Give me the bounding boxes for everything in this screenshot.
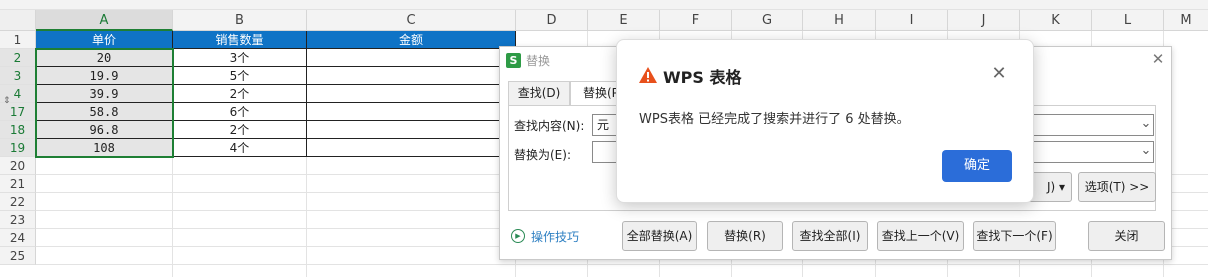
- row-header[interactable]: 3: [0, 67, 36, 85]
- alert-message: WPS表格 已经完成了搜索并进行了 6 处替换。: [639, 112, 910, 127]
- table-cell[interactable]: [307, 49, 516, 67]
- column-header-f[interactable]: F: [660, 10, 732, 31]
- row-header[interactable]: 20: [0, 157, 36, 175]
- find-next-button[interactable]: 查找下一个(F): [973, 221, 1056, 251]
- column-header-l[interactable]: L: [1092, 10, 1164, 31]
- table-cell[interactable]: 2个: [173, 121, 307, 139]
- hidden-rows-icon[interactable]: ⇕: [3, 96, 11, 106]
- table-cell[interactable]: [307, 103, 516, 121]
- column-header-g[interactable]: G: [732, 10, 803, 31]
- row-header[interactable]: 25: [0, 247, 36, 265]
- table-cell[interactable]: 4个: [173, 139, 307, 157]
- replace-all-button[interactable]: 全部替换(A): [622, 221, 697, 251]
- table-cell[interactable]: 2个: [173, 85, 307, 103]
- select-all-corner[interactable]: [0, 10, 36, 31]
- header-cell-price[interactable]: 单价: [36, 31, 173, 49]
- column-header-j[interactable]: J: [948, 10, 1020, 31]
- chevron-down-icon[interactable]: ⌄: [1139, 114, 1153, 136]
- header-cell-amount[interactable]: 金额: [307, 31, 516, 49]
- column-header-c[interactable]: C: [307, 10, 516, 31]
- column-header-b[interactable]: B: [173, 10, 307, 31]
- row-header[interactable]: 23: [0, 211, 36, 229]
- find-all-button[interactable]: 查找全部(I): [792, 221, 868, 251]
- table-cell[interactable]: 3个: [173, 49, 307, 67]
- toolbar-strip: [0, 0, 1208, 10]
- row-header[interactable]: 18: [0, 121, 36, 139]
- find-label: 查找内容(N):: [514, 119, 585, 133]
- row-header[interactable]: 1: [0, 31, 36, 49]
- column-header-e[interactable]: E: [588, 10, 660, 31]
- column-header-h[interactable]: H: [803, 10, 876, 31]
- column-header-d[interactable]: D: [516, 10, 588, 31]
- row-header[interactable]: 2: [0, 49, 36, 67]
- chevron-down-icon[interactable]: ⌄: [1139, 141, 1153, 163]
- tab-replace[interactable]: 替换(P): [570, 81, 622, 106]
- column-header-k[interactable]: K: [1020, 10, 1092, 31]
- options-button[interactable]: 选项(T) >>: [1078, 172, 1156, 202]
- replace-label: 替换为(E):: [514, 148, 571, 162]
- tips-link[interactable]: 操作技巧: [531, 228, 579, 245]
- row-header[interactable]: 22: [0, 193, 36, 211]
- tab-find[interactable]: 查找(D): [508, 81, 570, 105]
- row-header[interactable]: 21: [0, 175, 36, 193]
- wps-alert-dialog: WPS 表格 ✕ WPS表格 已经完成了搜索并进行了 6 处替换。 确定: [616, 39, 1034, 203]
- close-button[interactable]: 关闭: [1088, 221, 1165, 251]
- row-header[interactable]: 24: [0, 229, 36, 247]
- replace-button[interactable]: 替换(R): [707, 221, 783, 251]
- play-icon[interactable]: ▶: [511, 229, 525, 243]
- column-header-a[interactable]: A: [36, 10, 173, 31]
- find-prev-button[interactable]: 查找上一个(V): [877, 221, 964, 251]
- row-header[interactable]: 19: [0, 139, 36, 157]
- header-cell-qty[interactable]: 销售数量: [173, 31, 307, 49]
- selection-outline: [35, 48, 174, 158]
- table-cell[interactable]: 6个: [173, 103, 307, 121]
- wps-s-icon: S: [506, 53, 521, 68]
- table-cell[interactable]: [307, 139, 516, 157]
- alert-title: WPS 表格: [663, 68, 742, 87]
- table-cell[interactable]: [307, 67, 516, 85]
- table-cell[interactable]: [307, 121, 516, 139]
- dialog-title: 替换: [526, 54, 551, 68]
- close-icon[interactable]: ✕: [989, 64, 1009, 84]
- warning-icon: [639, 67, 657, 83]
- column-header-m[interactable]: M: [1164, 10, 1208, 31]
- ok-button[interactable]: 确定: [942, 150, 1012, 182]
- close-icon[interactable]: ✕: [1149, 50, 1167, 68]
- table-cell[interactable]: 5个: [173, 67, 307, 85]
- column-header-i[interactable]: I: [876, 10, 948, 31]
- table-cell[interactable]: [307, 85, 516, 103]
